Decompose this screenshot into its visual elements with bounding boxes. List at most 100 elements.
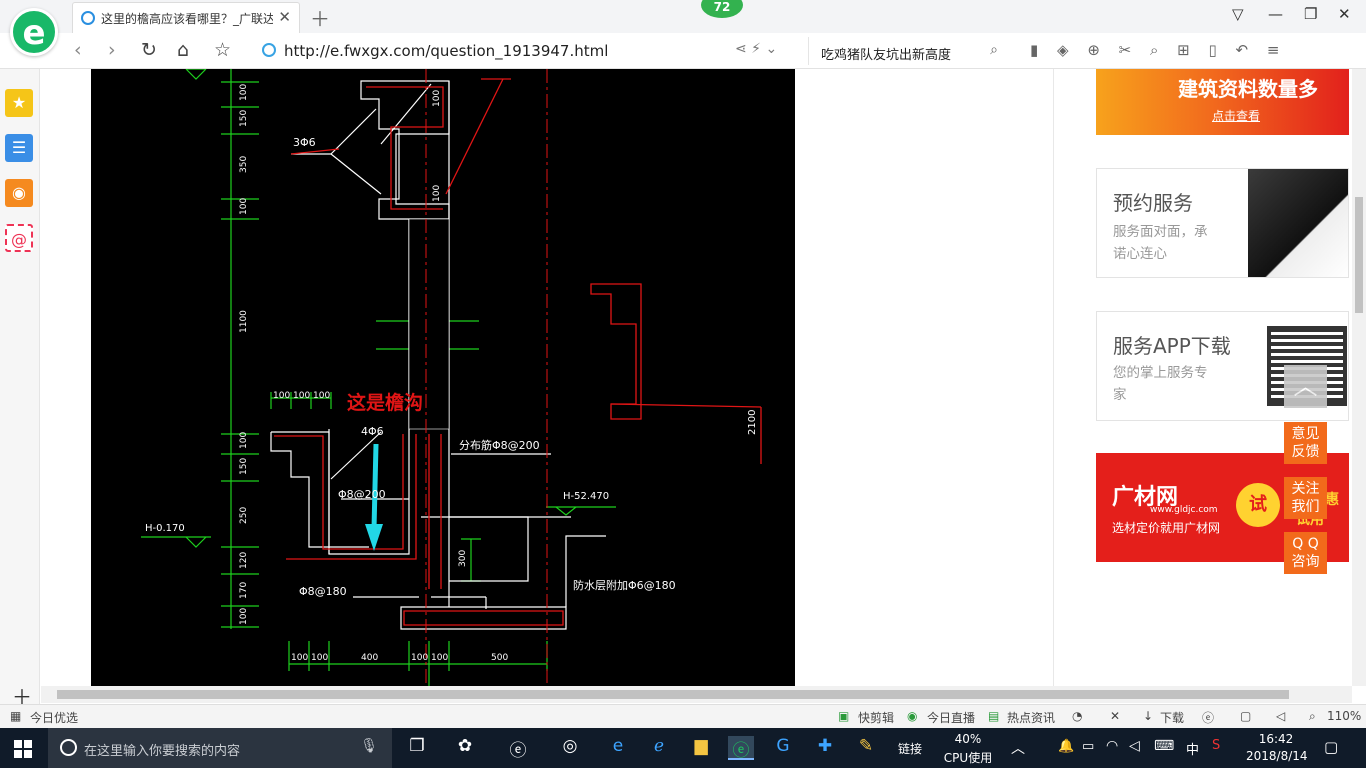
vertical-scrollbar[interactable]	[1352, 69, 1366, 686]
notes-app-icon[interactable]: ✎	[853, 736, 879, 760]
horizontal-scroll-thumb[interactable]	[57, 690, 1289, 699]
speed-icon[interactable]: ◔	[1072, 709, 1082, 723]
close-tab-icon[interactable]: ✕	[278, 8, 291, 26]
reader-icon[interactable]: ☰	[5, 134, 33, 162]
browser-tab[interactable]: 这里的檐高应该看哪里？_广联达 ✕	[72, 2, 300, 33]
task-view-icon[interactable]: ❐	[404, 736, 430, 760]
glodon-g-icon[interactable]: G	[770, 736, 796, 760]
file-explorer-icon[interactable]: ▆	[688, 736, 714, 760]
search-input[interactable]: 吃鸡猪队友坑出新高度 ⌕	[808, 37, 1008, 65]
close-window-icon[interactable]: ✕	[1338, 5, 1351, 23]
keyboard-icon[interactable]: ⌨	[1154, 738, 1174, 754]
dim-vert-11: 100	[239, 608, 249, 625]
back-to-top-button[interactable]: ︿	[1284, 365, 1327, 408]
dim-bottom-3: 400	[361, 653, 378, 663]
service-card[interactable]: 预约服务 服务面对面，承 诺心连心	[1096, 168, 1349, 278]
windows-start-icon[interactable]	[14, 740, 32, 758]
links-toolbar[interactable]: 链接	[898, 740, 922, 757]
app-desc-2: 家	[1113, 387, 1127, 403]
tray-expand-icon[interactable]: ︿	[1011, 738, 1025, 758]
service-title: 预约服务	[1113, 191, 1193, 215]
dim-300-label: 300	[458, 550, 468, 567]
internet-explorer-icon[interactable]: ℯ	[646, 736, 672, 760]
skin-icon[interactable]: ▽	[1232, 5, 1244, 23]
dim-top-2: 100	[293, 391, 310, 401]
zoom-level[interactable]: 110%	[1327, 709, 1361, 723]
favorites-star-icon[interactable]: ★	[5, 89, 33, 117]
taskbar-search-placeholder: 在这里输入你要搜索的内容	[84, 744, 241, 759]
horizontal-scrollbar[interactable]	[41, 686, 1352, 703]
ie-e-icon[interactable]: ⓔ	[505, 736, 531, 761]
extension-icons[interactable]: ▮ ◈ ⊕ ✂ ⌕ ⊞ ▯ ↶ ≡	[1030, 41, 1286, 59]
refresh-icon[interactable]: ↻	[141, 39, 157, 61]
microphone-icon[interactable]: 🎙	[360, 738, 378, 754]
ime-indicator[interactable]: 中	[1186, 739, 1199, 758]
notification-badge[interactable]: 72	[701, 0, 743, 18]
materials-banner[interactable]: 建筑资料数量多 点击查看	[1096, 69, 1349, 135]
vertical-scroll-thumb[interactable]	[1355, 197, 1363, 313]
phi8-180-label: Φ8@180	[299, 585, 347, 598]
app-fan-icon[interactable]: ✿	[452, 736, 478, 760]
rebar-4phi6-label: 4Φ6	[361, 425, 384, 438]
dim-vert-4: 100	[239, 198, 249, 215]
home-icon[interactable]: ⌂	[177, 39, 189, 61]
back-icon[interactable]: ‹	[74, 39, 82, 61]
live-link[interactable]: 今日直播	[927, 709, 975, 726]
notification-bell-icon[interactable]: 🔔	[1058, 739, 1074, 754]
cpu-label: CPU使用	[943, 751, 993, 765]
spiral-app-icon[interactable]: ◎	[557, 736, 583, 760]
bookmark-star-icon[interactable]: ☆	[214, 39, 231, 61]
window-icon[interactable]: ▢	[1240, 709, 1251, 723]
action-center-icon[interactable]: ▢	[1324, 738, 1338, 756]
dim-top-1: 100	[273, 391, 290, 401]
status-bar: ▦ 今日优选 ▣ 快剪辑 ◉ 今日直播 ▤ 热点资讯 ◔ ✕ ↓ 下载 ⓔ ▢ …	[0, 704, 1366, 728]
cpu-percent: 40%	[954, 732, 982, 746]
handshake-image	[1248, 169, 1348, 277]
tools-icon[interactable]: ✕	[1110, 709, 1120, 723]
sogou-ime-icon[interactable]: S	[1212, 738, 1220, 753]
hot-news-link[interactable]: 热点资讯	[1007, 709, 1055, 726]
today-picks-link[interactable]: 今日优选	[30, 709, 78, 726]
mail-icon[interactable]: @	[5, 224, 33, 252]
service-desc-2: 诺心连心	[1113, 246, 1167, 262]
restore-icon[interactable]: ❐	[1304, 5, 1317, 23]
new-tab-icon[interactable]: ＋	[310, 3, 330, 32]
edge-icon[interactable]: e	[605, 736, 631, 760]
windows-taskbar: 在这里输入你要搜索的内容 🎙 ❐ ✿ ⓔ ◎ e ℯ ▆ ⓔ G ✚ ✎ 链接 …	[0, 728, 1366, 768]
download-link[interactable]: 下载	[1160, 709, 1184, 726]
share-icon[interactable]: ⋖ ⚡ ⌄	[735, 41, 777, 57]
wifi-icon[interactable]: ◠	[1106, 738, 1118, 754]
dim-100-a-label: 100	[432, 90, 442, 107]
glodon-site: www.gldjc.com	[1150, 505, 1218, 515]
clock-time[interactable]: 16:42	[1246, 732, 1306, 746]
battery-icon[interactable]: ▭	[1082, 739, 1094, 754]
feedback-line-1: 意见	[1291, 426, 1320, 442]
360-browser-icon[interactable]: ⓔ	[728, 736, 754, 761]
clock-date[interactable]: 2018/8/14	[1246, 749, 1308, 763]
address-input[interactable]	[258, 39, 804, 63]
phi8-200-label: Φ8@200	[338, 488, 386, 501]
sound-icon[interactable]: ◁	[1276, 709, 1285, 723]
browser-logo[interactable]: e	[10, 8, 58, 56]
banner-link[interactable]: 点击查看	[1212, 107, 1260, 124]
dim-vert-8: 250	[239, 507, 249, 524]
taskbar-search-input[interactable]: 在这里输入你要搜索的内容 🎙	[48, 728, 392, 768]
qq-consult-button[interactable]: Q Q 咨询	[1284, 532, 1327, 574]
browser-icon[interactable]: ⓔ	[1202, 709, 1214, 726]
dim-bottom-4: 100	[411, 653, 428, 663]
dim-bottom-6: 500	[491, 653, 508, 663]
follow-line-2: 我们	[1291, 499, 1320, 515]
plus-app-icon[interactable]: ✚	[812, 736, 838, 760]
weibo-icon[interactable]: ◉	[5, 179, 33, 207]
search-icon[interactable]: ⌕	[990, 42, 998, 58]
minimize-icon[interactable]: —	[1268, 5, 1283, 23]
dim-vert-2: 150	[239, 110, 249, 127]
forward-icon[interactable]: ›	[108, 39, 116, 61]
feedback-line-2: 反馈	[1291, 444, 1320, 460]
live-icon: ◉	[907, 709, 918, 723]
dim-100-b-label: 100	[432, 185, 442, 202]
volume-icon[interactable]: ◁	[1129, 738, 1140, 754]
quick-clip-link[interactable]: 快剪辑	[858, 709, 894, 726]
follow-us-button[interactable]: 关注 我们	[1284, 477, 1327, 519]
feedback-button[interactable]: 意见 反馈	[1284, 422, 1327, 464]
